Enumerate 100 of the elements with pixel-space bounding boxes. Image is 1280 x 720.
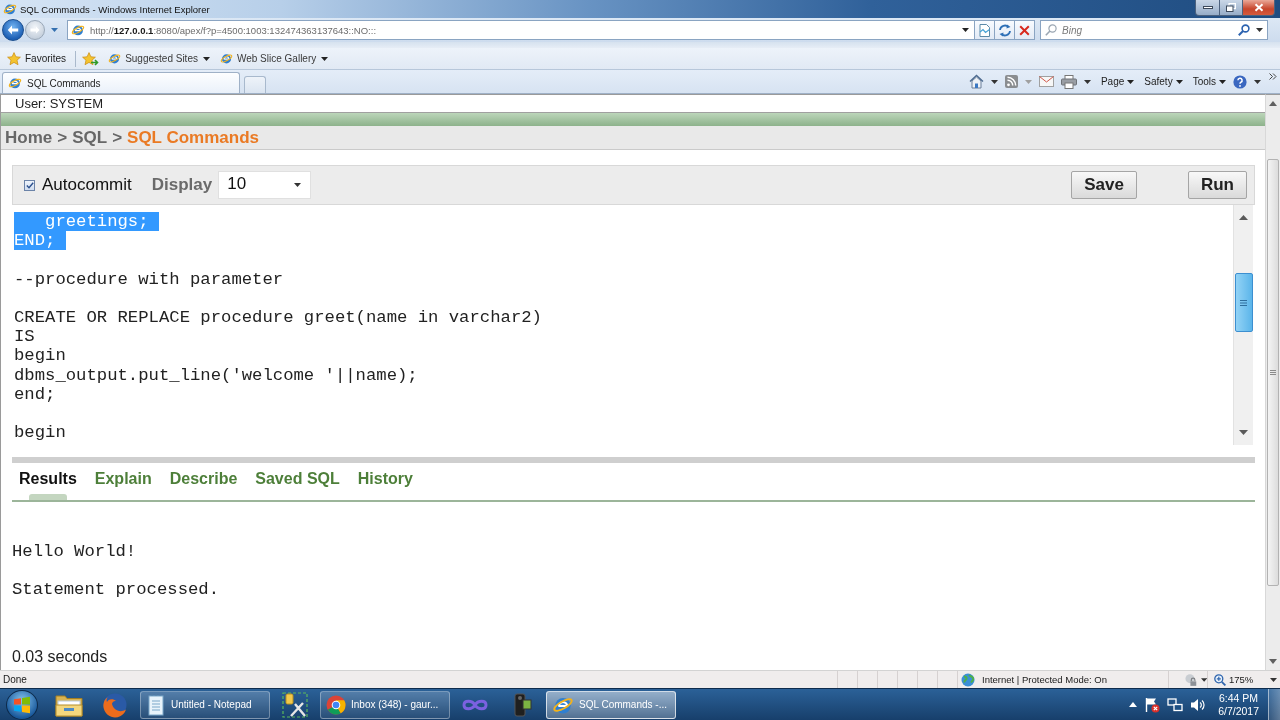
menu-button[interactable]: Tools — [1192, 76, 1226, 87]
search-field[interactable]: Bing — [1040, 20, 1268, 40]
page-icon — [108, 52, 122, 65]
code-line: begin — [14, 346, 66, 366]
taskbar-window-button[interactable]: Inbox (348) - gaur... — [320, 690, 450, 719]
stop-icon — [1019, 24, 1030, 36]
refresh-icon — [997, 23, 1012, 37]
caret-icon — [1127, 79, 1135, 84]
printer-icon[interactable] — [1060, 74, 1077, 89]
star-add-icon[interactable] — [82, 51, 100, 66]
output-line: Statement processed. — [12, 580, 220, 600]
code-line: dbms_output.put_line('welcome '||name); — [14, 365, 418, 385]
stop-button[interactable] — [1015, 20, 1035, 40]
tools-icon[interactable] — [282, 691, 308, 718]
save-button[interactable]: Save — [1071, 171, 1137, 199]
left-arrow-icon — [7, 25, 19, 35]
editor-scrollbar[interactable] — [1233, 205, 1253, 445]
speaker-icon[interactable] — [1190, 697, 1207, 712]
code-line: --procedure with parameter — [14, 269, 284, 289]
flag-icon[interactable] — [1144, 696, 1161, 713]
autocommit-label: Autocommit — [42, 175, 132, 195]
scrollbar-thumb[interactable] — [1234, 273, 1253, 332]
caret-icon — [1175, 79, 1183, 84]
breadcrumb-link[interactable]: SQL — [72, 127, 108, 148]
scroll-down-icon[interactable] — [1239, 430, 1248, 435]
caret-icon[interactable] — [1200, 677, 1207, 682]
caret-icon — [294, 183, 302, 187]
code-editor[interactable]: greetings; END; --procedure with parameter CREATE OR REPLACE procedure greet(name in varchar2) IS begin dbms_output.put_line('welcome '||name); end; begin — [12, 205, 1255, 445]
elapsed-time: 0.03 seconds — [12, 646, 108, 667]
caret-icon[interactable] — [962, 28, 969, 32]
page-scrollbar[interactable] — [1265, 94, 1280, 670]
results-tab[interactable]: History — [357, 463, 413, 500]
address-field[interactable]: http://127.0.0.1:8080/apex/f?p=4500:1003:132474363137643::NO::: — [67, 20, 975, 40]
browser-tab[interactable]: SQL Commands — [2, 72, 240, 93]
mail-icon[interactable] — [1038, 76, 1054, 87]
results-tab[interactable]: Saved SQL — [255, 463, 340, 500]
breadcrumb-link[interactable]: Home — [5, 127, 53, 148]
window-logo-icon — [13, 695, 31, 714]
search-icon[interactable] — [1238, 24, 1250, 36]
tray-arrow-icon[interactable] — [1129, 702, 1138, 707]
scroll-up-icon[interactable] — [1239, 215, 1248, 220]
star-icon — [7, 51, 21, 66]
minimize-button[interactable] — [1195, 0, 1220, 16]
checkmark-icon — [25, 181, 34, 189]
folder-icon[interactable] — [55, 692, 83, 717]
results-tab[interactable]: Describe — [169, 463, 238, 500]
caret-icon[interactable] — [1083, 79, 1091, 84]
caret-icon[interactable] — [990, 79, 998, 84]
home-icon[interactable] — [968, 74, 984, 89]
caret-icon[interactable] — [1270, 677, 1277, 682]
back-button[interactable] — [2, 19, 24, 41]
caret-icon — [1219, 79, 1226, 84]
compatibility-view-button[interactable] — [975, 20, 995, 40]
menu-button[interactable]: Page — [1100, 76, 1135, 87]
scroll-up-icon[interactable] — [1269, 101, 1277, 106]
page-icon — [8, 76, 22, 90]
zoom-level[interactable]: 175% — [1229, 674, 1254, 685]
clock-time: 6:44 PM — [1219, 691, 1259, 705]
autocommit-checkbox[interactable] — [24, 179, 35, 191]
browser-logo-icon — [3, 2, 17, 16]
favorites-link[interactable]: Web Slice Gallery — [216, 52, 332, 65]
taskbar-window-button[interactable]: Untitled - Notepad — [140, 690, 270, 719]
security-zone-text: Internet | Protected Mode: On — [982, 674, 1107, 685]
results-tab[interactable]: Explain — [94, 463, 152, 500]
start-button[interactable] — [6, 689, 38, 720]
code-line: CREATE OR REPLACE procedure greet(name in varchar2) — [14, 307, 542, 328]
breadcrumb-separator: > — [112, 127, 123, 148]
chevron-icon[interactable] — [1269, 73, 1277, 80]
network-icon[interactable] — [1167, 697, 1184, 712]
close-icon — [1253, 3, 1264, 12]
feed-icon[interactable] — [1004, 75, 1018, 88]
caret-icon[interactable] — [1256, 28, 1263, 32]
restore-icon — [1226, 3, 1236, 12]
scrollbar-thumb[interactable] — [1267, 159, 1279, 586]
restore-button[interactable] — [1220, 0, 1243, 16]
display-select[interactable]: 10 — [218, 171, 312, 199]
window-title: SQL Commands - Windows Internet Explorer — [20, 3, 210, 15]
refresh-button[interactable] — [995, 20, 1015, 40]
output-line: Hello World! — [12, 542, 137, 562]
circle-logo-icon — [326, 694, 346, 715]
grip-icon — [1240, 299, 1247, 306]
close-button[interactable] — [1243, 0, 1275, 16]
breadcrumb-separator: > — [57, 127, 68, 148]
favorites-button[interactable]: Favorites — [5, 51, 69, 66]
help-icon[interactable] — [1233, 74, 1247, 89]
scroll-down-icon[interactable] — [1269, 659, 1277, 664]
menu-button[interactable]: Safety — [1144, 76, 1183, 87]
results-tab[interactable]: Results — [19, 463, 77, 500]
run-button[interactable]: Run — [1187, 171, 1247, 199]
grip-icon — [1270, 370, 1276, 375]
user-label: User: SYSTEM — [15, 96, 104, 111]
code-line: IS — [14, 327, 35, 347]
zoom-icon[interactable] — [1214, 673, 1226, 686]
breadcrumb-current: SQL Commands — [127, 127, 259, 148]
code-line: end; — [14, 384, 56, 404]
favorites-link[interactable]: Suggested Sites — [105, 52, 213, 65]
show-desktop-button[interactable] — [1268, 689, 1280, 720]
caret-icon[interactable] — [1254, 79, 1261, 84]
caret-icon — [321, 56, 329, 61]
fox-globe-icon[interactable] — [102, 691, 128, 718]
